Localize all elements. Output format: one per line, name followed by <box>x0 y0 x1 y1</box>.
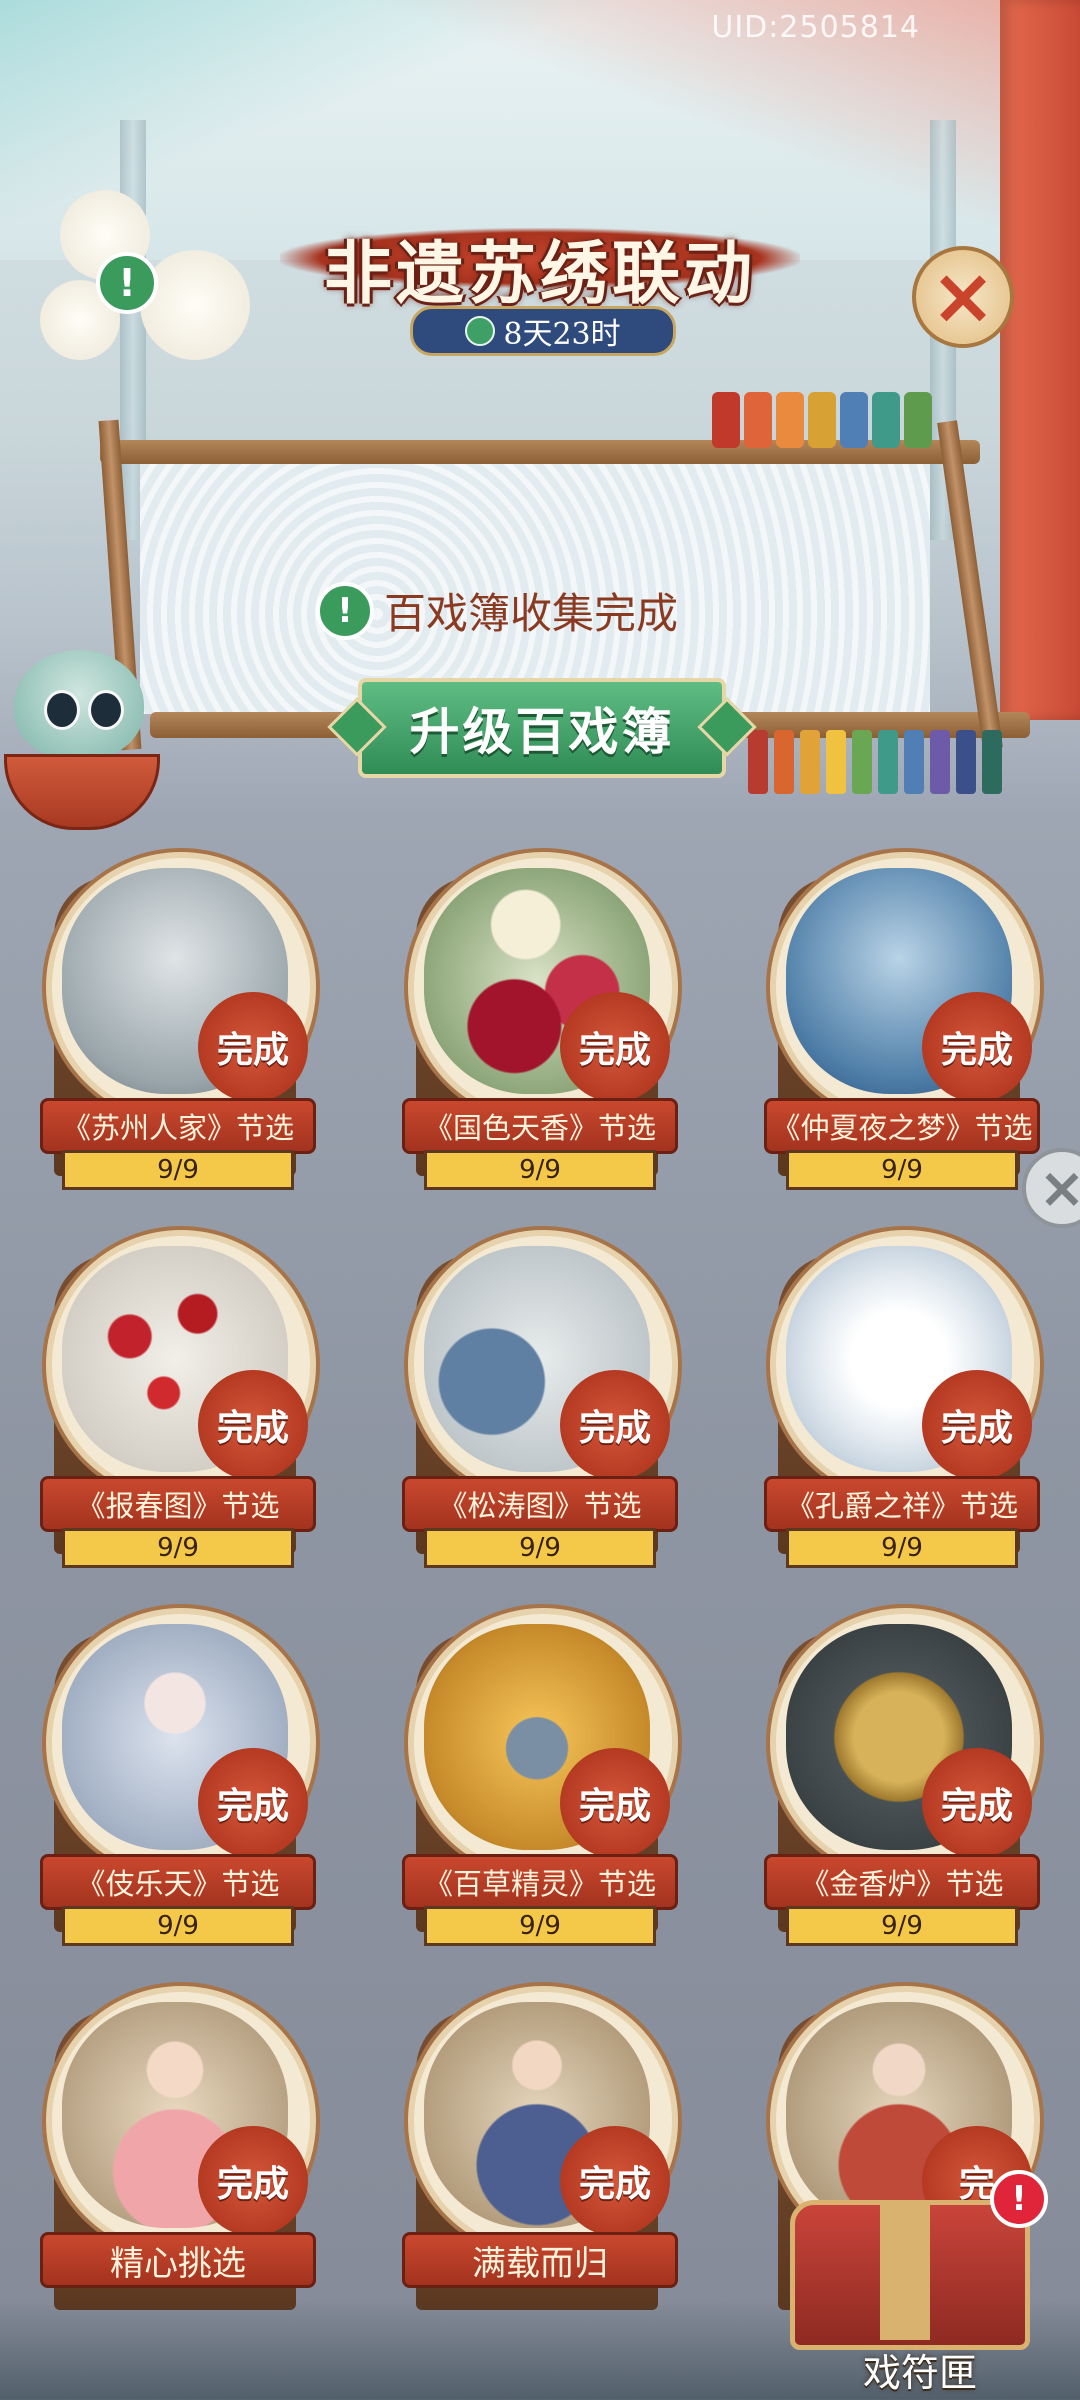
info-button[interactable]: ! <box>96 252 158 314</box>
close-button[interactable]: × <box>912 246 1014 348</box>
uid-label: UID:2505814 <box>711 10 920 45</box>
complete-seal: 完成 <box>198 1370 308 1480</box>
card-progress: 9/9 <box>424 1906 656 1946</box>
complete-seal: 完成 <box>560 1370 670 1480</box>
complete-seal: 完成 <box>560 1748 670 1858</box>
card-label: 《百草精灵》节选 <box>402 1854 678 1910</box>
card-progress: 9/9 <box>62 1528 294 1568</box>
card-label: 《金香炉》节选 <box>764 1854 1040 1910</box>
complete-seal: 完成 <box>922 1748 1032 1858</box>
complete-seal: 完成 <box>560 992 670 1102</box>
card-label: 《仲夏夜之梦》节选 <box>764 1098 1040 1154</box>
cat-mascot[interactable] <box>4 650 164 850</box>
upgrade-button[interactable]: 升级百戏簿 <box>358 678 726 778</box>
card-label: 《松涛图》节选 <box>402 1476 678 1532</box>
collection-card[interactable]: 完成 满载而归 <box>402 1986 678 2336</box>
collection-card[interactable]: 完成 《孔爵之祥》节选 9/9 <box>764 1230 1040 1580</box>
card-progress: 9/9 <box>424 1528 656 1568</box>
card-progress: 9/9 <box>62 1906 294 1946</box>
event-title: 非遗苏绣联动 <box>323 234 756 314</box>
chest-label: 戏符匣 <box>862 2351 977 2395</box>
complete-seal: 完成 <box>198 1748 308 1858</box>
complete-seal: 完成 <box>560 2126 670 2236</box>
event-timer: 8天23时 <box>410 306 676 356</box>
card-progress: 9/9 <box>786 1906 1018 1946</box>
card-label: 《伎乐天》节选 <box>40 1854 316 1910</box>
collection-complete-message: ! 百戏簿收集完成 <box>316 580 678 641</box>
card-label: 《孔爵之祥》节选 <box>764 1476 1040 1532</box>
complete-seal: 完成 <box>922 1370 1032 1480</box>
card-label: 满载而归 <box>402 2232 678 2288</box>
card-progress: 9/9 <box>62 1150 294 1190</box>
thread-spools-top <box>712 392 932 448</box>
collection-card[interactable]: 完成 《百草精灵》节选 9/9 <box>402 1608 678 1958</box>
timer-text: 8天23时 <box>503 317 621 352</box>
thread-spools-bottom <box>748 730 1002 794</box>
complete-seal: 完成 <box>198 992 308 1102</box>
event-title-banner: 非遗苏绣联动 8天23时 <box>280 200 800 356</box>
card-label: 《报春图》节选 <box>40 1476 316 1532</box>
collection-card[interactable]: 完成 《金香炉》节选 9/9 <box>764 1608 1040 1958</box>
red-drape <box>1000 0 1080 720</box>
card-label: 《国色天香》节选 <box>402 1098 678 1154</box>
cat-basket <box>4 754 160 830</box>
collection-card[interactable]: 完成 《松涛图》节选 9/9 <box>402 1230 678 1580</box>
complete-seal: 完成 <box>922 992 1032 1102</box>
card-label: 精心挑选 <box>40 2232 316 2288</box>
cat-eye-right <box>88 690 124 730</box>
card-progress: 9/9 <box>786 1150 1018 1190</box>
clock-icon <box>465 316 496 346</box>
collection-card[interactable]: 完成 《国色天香》节选 9/9 <box>402 852 678 1202</box>
collection-card[interactable]: 完成 精心挑选 <box>40 1986 316 2336</box>
card-progress: 9/9 <box>424 1150 656 1190</box>
cat-eye-left <box>44 690 80 730</box>
card-progress: 9/9 <box>786 1528 1018 1568</box>
collection-card[interactable]: 完成 《苏州人家》节选 9/9 <box>40 852 316 1202</box>
card-label: 《苏州人家》节选 <box>40 1098 316 1154</box>
chest-band <box>880 2200 930 2340</box>
complete-seal: 完成 <box>198 2126 308 2236</box>
collection-card[interactable]: 完成 《报春图》节选 9/9 <box>40 1230 316 1580</box>
collection-card[interactable]: 完成 《伎乐天》节选 9/9 <box>40 1608 316 1958</box>
alert-badge-icon: ! <box>990 2170 1048 2228</box>
loom-right-post <box>937 420 1003 750</box>
collection-complete-text: 百戏簿收集完成 <box>384 589 679 638</box>
talisman-chest[interactable]: ! 戏符匣 <box>780 2160 1048 2395</box>
exclamation-icon: ! <box>316 581 374 640</box>
collection-card[interactable]: 完成 《仲夏夜之梦》节选 9/9 <box>764 852 1040 1202</box>
